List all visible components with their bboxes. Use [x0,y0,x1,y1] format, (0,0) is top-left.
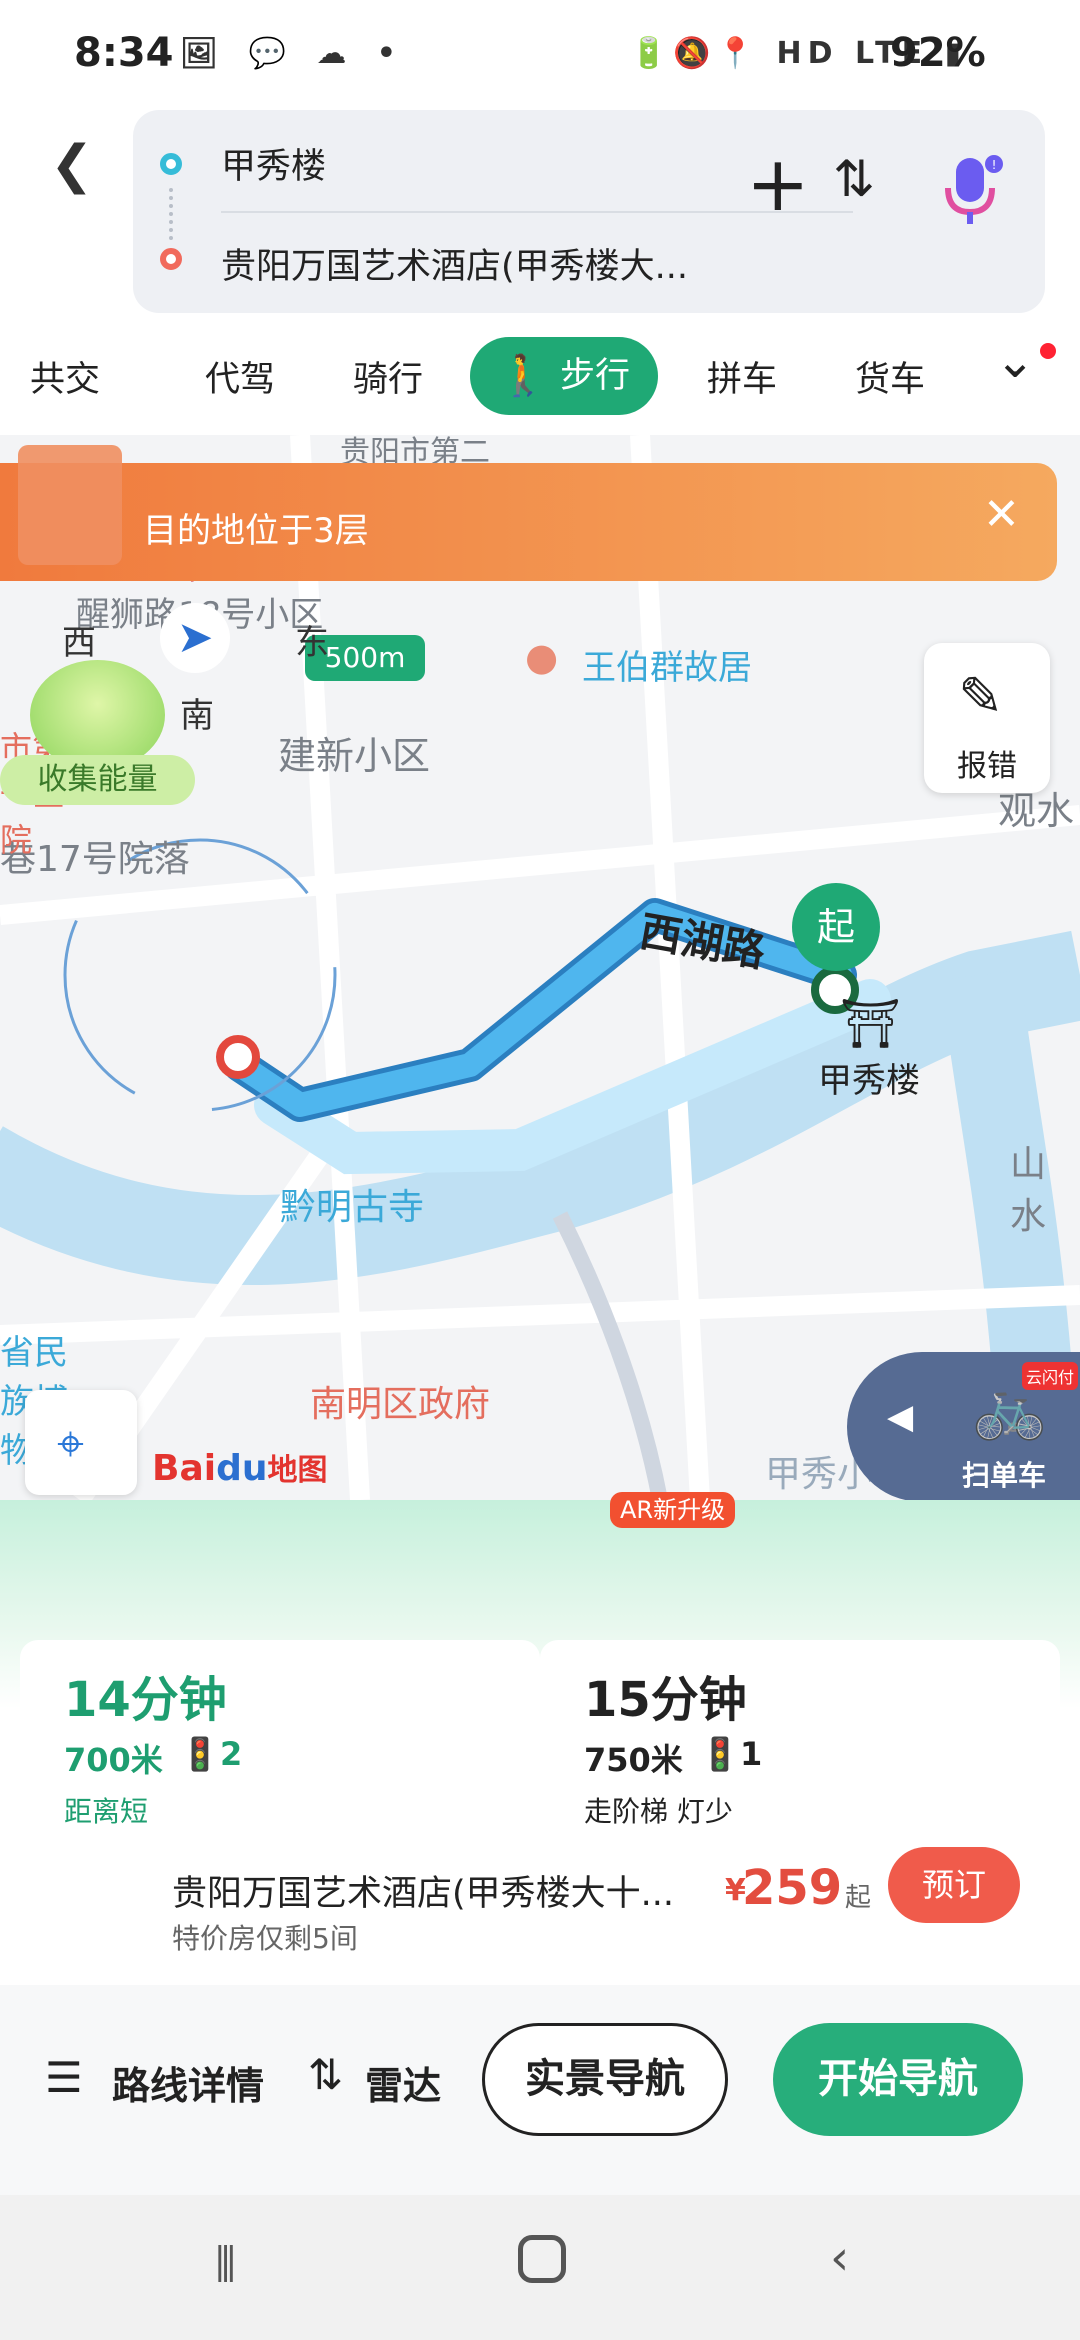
tab-walking-label: 步行 [560,356,631,396]
compass-west: 西 [62,623,96,663]
radar-button[interactable]: 雷达 [365,2055,441,2110]
heading-arrow-icon: ➤ [160,603,230,673]
back-nav-icon[interactable]: ‹ [830,2230,849,2286]
svg-text:!: ! [992,158,997,172]
book-button[interactable]: 预订 [888,1847,1020,1923]
start-navigation-button[interactable]: 开始导航 [773,2023,1023,2136]
scan-bike-label: 扫单车 [962,1459,1047,1492]
map-label: 山水 [1010,1144,1047,1237]
route-sheet: 14分钟 700米 🚦 2 距离短 15分钟 750米 🚦 1 走阶梯 灯少 贵… [0,1492,1080,2195]
option-tag: 走阶梯 灯少 [584,1795,733,1828]
destination-field[interactable]: 贵阳万国艺术酒店(甲秀楼大... [221,238,688,289]
destination-dot-icon [160,248,182,270]
traffic-light-icon: 🚦 [180,1735,220,1773]
walking-icon: 🚶 [498,353,548,399]
energy-leaf-icon[interactable] [30,660,165,770]
tab-designated-driver[interactable]: 代驾 [195,325,285,435]
route-detail-button[interactable]: 路线详情 [112,2055,264,2110]
option-lights: 1 [740,1735,763,1773]
battery-percent: 92% [890,30,986,76]
notification-dot [1040,343,1056,359]
logo-part-map: 地图 [267,1453,328,1488]
option-tag: 距离短 [64,1795,149,1828]
info-banner: 目的地位于3层 ✕ [0,445,1057,581]
status-bar: 8:34 🖼 💬 ☁ • 🔋🔕📍 HD LTE ▮ 92% [0,0,1080,110]
origin-dot-icon [160,153,182,175]
notification-icons: 🖼 💬 ☁ • [180,36,406,71]
compass-east: 东 [295,623,329,663]
map-label: 甲秀楼 [818,1061,920,1101]
hotel-ad[interactable]: 贵阳万国艺术酒店(甲秀楼大十... 特价房仅剩5间 ¥ 259 起 预订 [0,1847,1080,1985]
route-header: ❮ 甲秀楼 贵阳万国艺术酒店(甲秀楼大... + ⇅ ! [0,110,1080,325]
route-connector [169,188,173,240]
unionpay-badge: 云闪付 [1022,1362,1079,1390]
tab-carpool[interactable]: 拼车 [697,325,787,435]
traffic-light-icon: 🚦 [700,1735,740,1773]
edit-icon: ✎ [958,665,1004,728]
tab-truck[interactable]: 货车 [845,325,935,435]
poi-icon: ● [525,635,559,679]
baidu-map-logo: Baidu地图 [152,1445,327,1489]
recent-apps-icon[interactable]: ⦀ [215,2237,236,2294]
hotel-promo: 特价房仅剩5间 [172,1922,358,1955]
map-view[interactable]: 醒狮路18号小区 贵阳市第二 王伯群故居 ● 建新小区 观水 巷17号院落 市第… [0,435,1080,1500]
add-waypoint-button[interactable]: + [746,146,810,222]
route-option-2[interactable]: 15分钟 750米 🚦 1 走阶梯 灯少 [540,1640,1060,1860]
start-marker: 起 [792,883,880,971]
option-time: 15分钟 [584,1672,747,1728]
option-time: 14分钟 [64,1672,227,1728]
ar-navigation-button[interactable]: 实景导航 [482,2023,728,2136]
voice-mic-icon[interactable]: ! [938,152,1004,230]
travel-mode-tabs: 共交通 代驾 骑行 🚶 步行 拼车 货车 ⌄ [0,325,1080,510]
option-distance: 700米 [64,1741,163,1779]
route-option-1[interactable]: 14分钟 700米 🚦 2 距离短 [20,1640,540,1860]
swap-route-icon[interactable]: ⇅ [833,150,875,208]
logo-part-du: du [216,1448,268,1489]
chevron-down-icon[interactable]: ⌄ [995,333,1035,389]
radar-icon: ⇅ [308,2050,344,2099]
caret-left-icon: ◀ [887,1397,914,1437]
tab-cycling[interactable]: 骑行 [343,325,433,435]
collect-energy-button[interactable]: 收集能量 [0,755,195,805]
crosshair-icon: ⌖ [57,1416,85,1472]
close-icon[interactable]: ✕ [983,489,1020,540]
map-label: 南明区政府 [310,1384,491,1425]
message-icon [18,445,122,565]
tab-walking[interactable]: 🚶 步行 [470,337,658,415]
report-error-button[interactable]: ✎ 报错 [924,643,1050,793]
status-time: 8:34 [74,30,174,76]
map-label: 黔明古寺 [280,1187,425,1228]
route-input-box: 甲秀楼 贵阳万国艺术酒店(甲秀楼大... + ⇅ ! [133,110,1045,313]
tab-transit[interactable]: 共交通 [15,325,115,510]
list-icon: ☰ [45,2053,83,2102]
pagoda-icon: ⛩ [840,996,901,1052]
origin-field[interactable]: 甲秀楼 [221,138,326,189]
ar-upgrade-badge: AR新升级 [610,1492,736,1528]
scan-bike-button[interactable]: ◀ 🚲 云闪付 扫单车 [847,1352,1080,1502]
option-lights: 2 [220,1735,243,1773]
hotel-price: 259 [742,1860,843,1916]
logo-part-bai: Bai [152,1448,217,1489]
map-label: 建新小区 [278,734,431,778]
option-distance: 750米 [584,1741,683,1779]
locate-me-button[interactable]: ⌖ [25,1390,137,1495]
report-label: 报错 [957,749,1017,784]
home-icon[interactable] [518,2235,566,2283]
price-suffix: 起 [845,1883,872,1913]
hotel-name: 贵阳万国艺术酒店(甲秀楼大十... [172,1874,675,1914]
compass-south: 南 [180,696,214,736]
banner-text: 目的地位于3层 [143,511,369,551]
system-navigation-bar: ⦀ ‹ [0,2195,1080,2340]
map-label: 王伯群故居 [582,648,752,688]
back-icon[interactable]: ❮ [50,135,110,195]
